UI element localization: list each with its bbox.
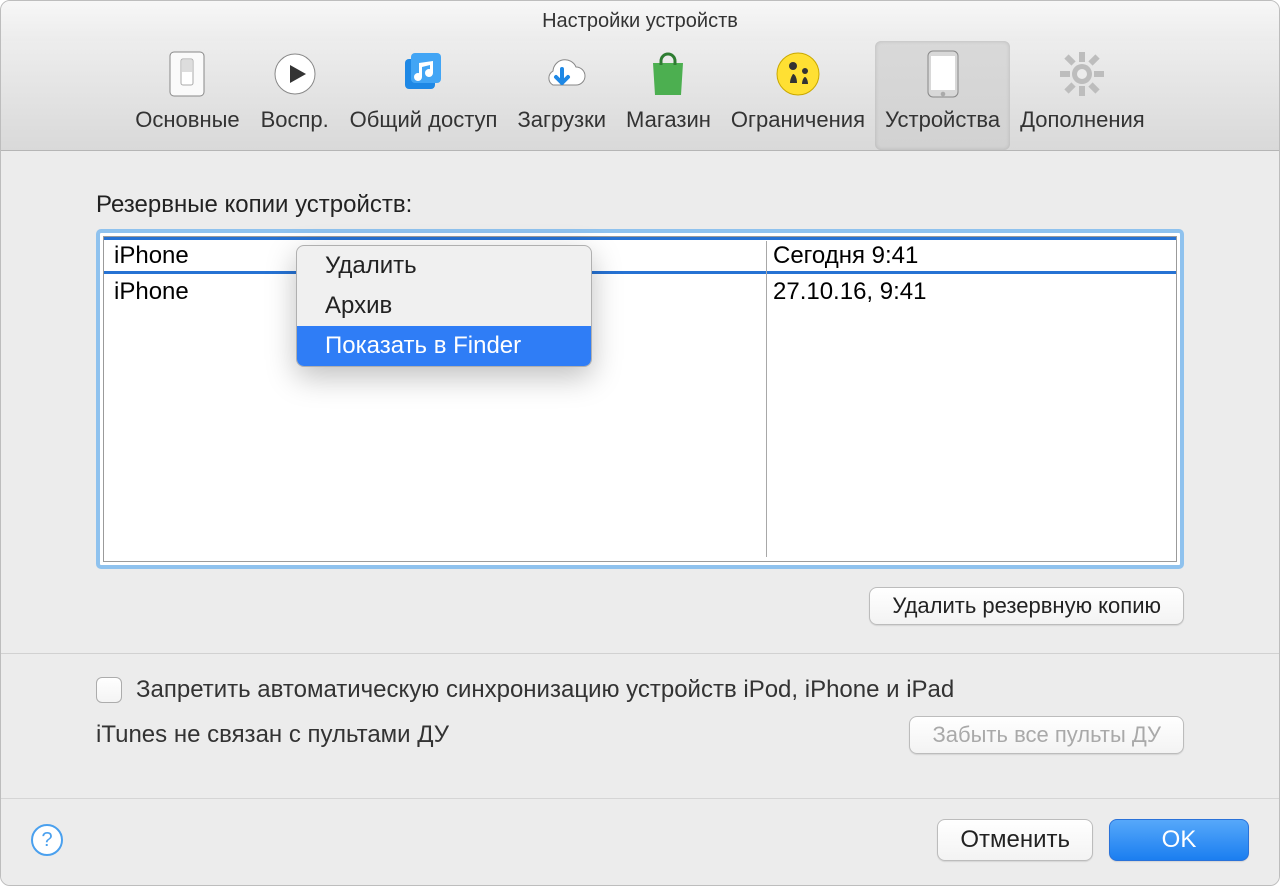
tab-sharing[interactable]: Общий доступ: [340, 41, 508, 150]
cell-date: 27.10.16, 9:41: [763, 274, 1176, 310]
content-pane: Резервные копии устройств: iPhone Сегодн…: [1, 151, 1279, 798]
tab-label: Загрузки: [517, 107, 606, 133]
window-title: Настройки устройств: [1, 1, 1279, 41]
column-divider: [766, 241, 767, 557]
tab-advanced[interactable]: Дополнения: [1010, 41, 1155, 150]
forget-remotes-button: Забыть все пульты ДУ: [909, 716, 1184, 754]
tab-label: Устройства: [885, 107, 1000, 133]
prevent-sync-checkbox[interactable]: [96, 677, 122, 703]
gear-icon: [1057, 49, 1107, 99]
tab-devices[interactable]: Устройства: [875, 41, 1010, 150]
tab-label: Ограничения: [731, 107, 865, 133]
ok-button[interactable]: OK: [1109, 819, 1249, 861]
tab-store[interactable]: Магазин: [616, 41, 721, 150]
download-icon: [537, 49, 587, 99]
ctx-show-in-finder[interactable]: Показать в Finder: [297, 326, 591, 366]
help-button[interactable]: ?: [31, 824, 63, 856]
iphone-icon: [918, 49, 968, 99]
parental-icon: [773, 49, 823, 99]
tab-label: Основные: [135, 107, 239, 133]
tab-downloads[interactable]: Загрузки: [507, 41, 616, 150]
backups-table[interactable]: iPhone Сегодня 9:41 iPhone 27.10.16, 9:4…: [96, 229, 1184, 569]
table-row[interactable]: iPhone Сегодня 9:41: [104, 237, 1176, 274]
preferences-window: Настройки устройств Основные Воспр. Общи…: [0, 0, 1280, 886]
tab-restrictions[interactable]: Ограничения: [721, 41, 875, 150]
delete-backup-button[interactable]: Удалить резервную копию: [869, 587, 1184, 625]
separator: [1, 653, 1279, 654]
preferences-toolbar: Основные Воспр. Общий доступ Загрузки Ма…: [1, 41, 1279, 151]
prevent-sync-label: Запретить автоматическую синхронизацию у…: [136, 676, 954, 704]
tab-label: Общий доступ: [350, 107, 498, 133]
ctx-delete[interactable]: Удалить: [297, 246, 591, 286]
cell-date: Сегодня 9:41: [763, 240, 1176, 271]
switch-icon: [162, 49, 212, 99]
cancel-button[interactable]: Отменить: [937, 819, 1093, 861]
context-menu: Удалить Архив Показать в Finder: [296, 245, 592, 367]
tab-label: Воспр.: [261, 107, 329, 133]
play-icon: [270, 49, 320, 99]
table-row[interactable]: iPhone 27.10.16, 9:41: [104, 274, 1176, 311]
music-note-icon: [399, 49, 449, 99]
tab-general[interactable]: Основные: [125, 41, 249, 150]
ctx-archive[interactable]: Архив: [297, 286, 591, 326]
shopping-bag-icon: [643, 49, 693, 99]
tab-playback[interactable]: Воспр.: [250, 41, 340, 150]
dialog-footer: ? Отменить OK: [1, 798, 1279, 885]
tab-label: Магазин: [626, 107, 711, 133]
backups-heading: Резервные копии устройств:: [96, 191, 1184, 219]
tab-label: Дополнения: [1020, 107, 1145, 133]
remote-status-text: iTunes не связан с пультами ДУ: [96, 721, 449, 749]
